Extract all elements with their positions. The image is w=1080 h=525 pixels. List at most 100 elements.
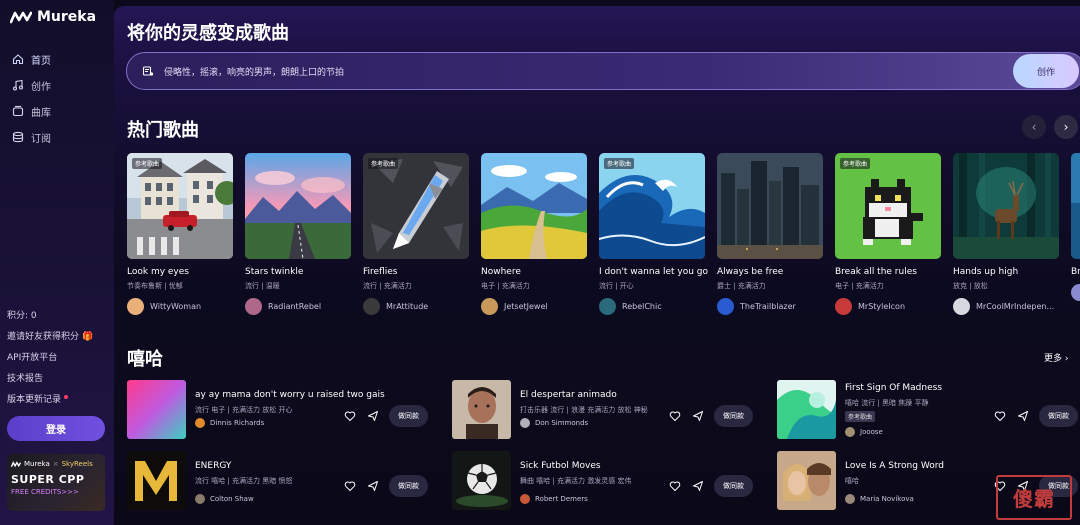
share-icon[interactable] [692, 410, 704, 422]
invite-link[interactable]: 邀请好友获得积分 🎁 [7, 326, 93, 347]
make-same-button[interactable]: 做同款 [389, 475, 428, 497]
song-author[interactable] [1071, 284, 1080, 301]
track-cover[interactable] [777, 451, 836, 510]
author-name: TheTrailblazer [740, 302, 796, 311]
cover-art-soccer-ball-icon [452, 451, 511, 510]
track-item[interactable]: El despertar animado 打击乐器 流行 | 浪漫 充满活力 放… [452, 380, 769, 440]
track-cover[interactable] [127, 380, 186, 439]
track-title[interactable]: Sick Futbol Moves [520, 461, 601, 471]
song-card[interactable]: Always be free 爵士 | 充满活力 TheTrailblazer [717, 153, 823, 315]
logo[interactable]: Mureka [10, 9, 96, 25]
song-tags: 电子 | 充满活力 [481, 282, 530, 290]
like-heart-icon[interactable] [344, 410, 356, 422]
track-item[interactable]: ay ay mama don't worry u raised two gais… [127, 380, 444, 440]
track-tags: 打击乐器 流行 | 浪漫 充满活力 放松 神秘 [520, 406, 648, 414]
cover-art-abstract-icon [777, 380, 836, 439]
track-cover[interactable] [127, 451, 186, 510]
song-cover[interactable]: 参考歌曲 [127, 153, 233, 259]
song-author[interactable]: MrAttitude [363, 298, 469, 315]
author-name: Jooose [860, 428, 883, 436]
track-item[interactable]: ENERGY 流行 嘻哈 | 充满活力 黑暗 愤怒 Colton Shaw 做同… [127, 451, 444, 511]
like-heart-icon[interactable] [344, 480, 356, 492]
song-card[interactable]: 参考歌曲 Fireflies 流行 | 充满活力 MrAttitude [363, 153, 469, 315]
song-title[interactable]: Bre [1071, 267, 1080, 277]
track-cover[interactable] [452, 380, 511, 439]
song-cover[interactable] [717, 153, 823, 259]
song-author[interactable]: MrCoolMrIndepen... [953, 298, 1059, 315]
share-icon[interactable] [1017, 410, 1029, 422]
song-cover[interactable] [245, 153, 351, 259]
track-title[interactable]: ay ay mama don't worry u raised two gais [195, 390, 385, 400]
track-author[interactable]: Colton Shaw [195, 494, 254, 504]
song-title[interactable]: Break all the rules [835, 267, 941, 277]
make-same-button[interactable]: 做同款 [389, 405, 428, 427]
prompt-input[interactable]: 侵略性，摇滚，响亮的男声，朗朗上口的节拍 创作 [126, 52, 1080, 90]
song-title[interactable]: Always be free [717, 267, 823, 277]
song-cover[interactable] [481, 153, 587, 259]
song-author[interactable]: JetsetJewel [481, 298, 587, 315]
song-cover[interactable]: 参考歌曲 [599, 153, 705, 259]
make-same-button[interactable]: 做同款 [1039, 405, 1078, 427]
song-cover[interactable] [1071, 153, 1080, 259]
more-label: 更多 [1044, 354, 1063, 364]
share-icon[interactable] [692, 480, 704, 492]
create-button[interactable]: 创作 [1013, 54, 1079, 88]
like-heart-icon[interactable] [669, 410, 681, 422]
share-icon[interactable] [367, 410, 379, 422]
more-link[interactable]: 更多 › [1044, 351, 1069, 364]
promo-brand: Mureka [24, 460, 50, 468]
song-card[interactable]: Stars twinkle 流行 | 温暖 RadiantRebel [245, 153, 351, 315]
author-name: MrAttitude [386, 302, 429, 311]
song-cover[interactable] [953, 153, 1059, 259]
library-icon [12, 105, 24, 117]
make-same-button[interactable]: 做同款 [714, 405, 753, 427]
track-cover[interactable] [777, 380, 836, 439]
song-author[interactable]: MrStyleIcon [835, 298, 941, 315]
song-title[interactable]: Look my eyes [127, 267, 233, 277]
share-icon[interactable] [367, 480, 379, 492]
track-author[interactable]: Dinnis Richards [195, 418, 264, 428]
carousel-next-button[interactable]: › [1054, 115, 1078, 139]
tech-report-link[interactable]: 技术报告 [7, 368, 93, 389]
like-heart-icon[interactable] [669, 480, 681, 492]
track-author[interactable]: Jooose [845, 427, 883, 437]
song-card[interactable]: Bre [1071, 153, 1080, 301]
song-cover[interactable]: 参考歌曲 [363, 153, 469, 259]
song-card[interactable]: 参考歌曲 Look my eyes 节奏布鲁斯 | 忧郁 WittyWoman [127, 153, 233, 315]
song-card[interactable]: 参考歌曲 I don't wanna let you go 流行 | 开心 Re… [599, 153, 708, 315]
promo-banner[interactable]: Mureka × SkyReels SUPER CPP FREE CREDITS… [7, 454, 105, 511]
login-button[interactable]: 登录 [7, 416, 105, 441]
song-author[interactable]: WittyWoman [127, 298, 233, 315]
track-title[interactable]: Love Is A Strong Word [845, 461, 944, 471]
song-card[interactable]: Nowhere 电子 | 充满活力 JetsetJewel [481, 153, 587, 315]
api-platform-link[interactable]: API开放平台 [7, 347, 93, 368]
track-title[interactable]: First Sign Of Madness [845, 383, 942, 393]
carousel-prev-button[interactable]: ‹ [1022, 115, 1046, 139]
song-title[interactable]: I don't wanna let you go [599, 267, 708, 277]
song-card[interactable]: 参考歌曲 Break all the rules 电子 | 充满活力 MrSty… [835, 153, 941, 315]
track-author[interactable]: Maria Novikova [845, 494, 914, 504]
song-author[interactable]: RadiantRebel [245, 298, 351, 315]
track-item[interactable]: Sick Futbol Moves 舞曲 嘻哈 | 充满活力 激发灵感 宏伟 R… [452, 451, 769, 511]
track-title[interactable]: ENERGY [195, 461, 231, 471]
track-item[interactable]: First Sign Of Madness 嘻哈 流行 | 黑暗 焦躁 平静 参… [777, 380, 1080, 440]
song-title[interactable]: Hands up high [953, 267, 1059, 277]
like-heart-icon[interactable] [994, 410, 1006, 422]
song-card[interactable]: Hands up high 放克 | 放松 MrCoolMrIndepen... [953, 153, 1059, 315]
song-title[interactable]: Stars twinkle [245, 267, 351, 277]
song-author[interactable]: RebelChic [599, 298, 705, 315]
make-same-button[interactable]: 做同款 [714, 475, 753, 497]
track-author[interactable]: Robert Demers [520, 494, 588, 504]
song-title[interactable]: Nowhere [481, 267, 587, 277]
song-title[interactable]: Fireflies [363, 267, 469, 277]
song-cover[interactable]: 参考歌曲 [835, 153, 941, 259]
song-author[interactable]: TheTrailblazer [717, 298, 823, 315]
changelog-link[interactable]: 版本更新记录 [7, 389, 93, 410]
nav-item-library[interactable]: 曲库 [12, 98, 51, 124]
track-title[interactable]: El despertar animado [520, 390, 617, 400]
nav-item-home[interactable]: 首页 [12, 46, 51, 72]
track-author[interactable]: Don Simmonds [520, 418, 588, 428]
nav-item-create[interactable]: 创作 [12, 72, 51, 98]
nav-item-subscription[interactable]: 订阅 [12, 124, 51, 150]
track-cover[interactable] [452, 451, 511, 510]
